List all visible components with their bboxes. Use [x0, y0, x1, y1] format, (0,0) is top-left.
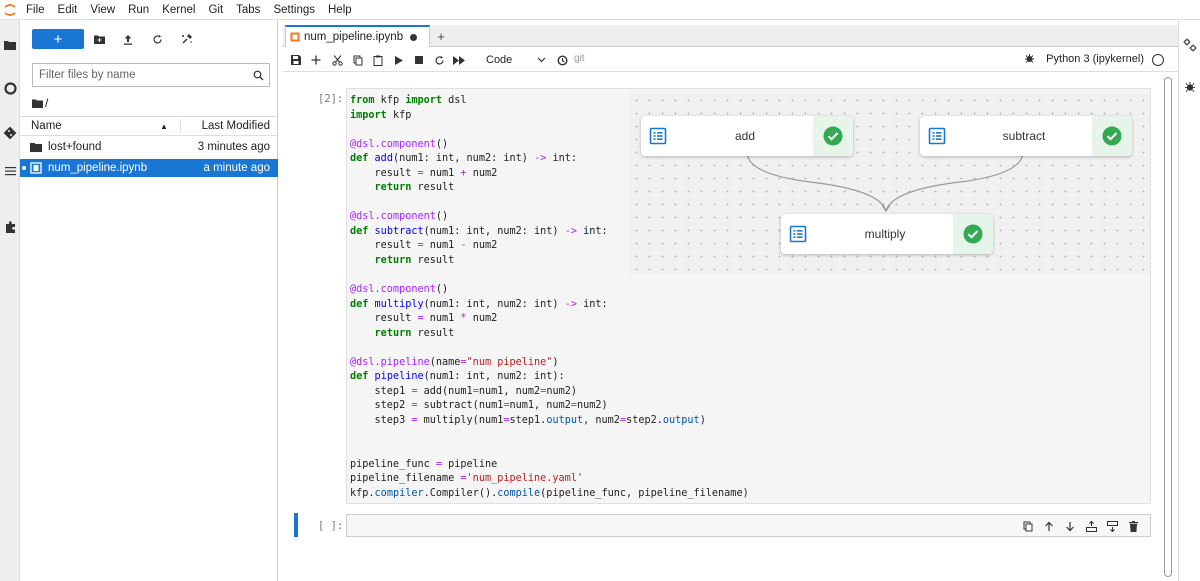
component-icon [649, 127, 667, 145]
folder-icon[interactable] [0, 34, 20, 56]
tab-num-pipeline[interactable]: num_pipeline.ipynb [285, 25, 430, 47]
column-divider[interactable] [180, 119, 181, 133]
menu-settings[interactable]: Settings [267, 0, 322, 20]
kernel-name[interactable]: Python 3 (ipykernel) [1046, 53, 1144, 65]
file-name: num_pipeline.ipynb [48, 162, 148, 174]
notebook-scrollbar[interactable] [1164, 77, 1172, 577]
cut-icon[interactable] [328, 51, 346, 69]
check-circle-icon [953, 214, 993, 254]
cell-toolbar [1021, 518, 1140, 534]
duplicate-cell-icon[interactable] [1021, 518, 1035, 534]
file-modified: a minute ago [203, 162, 271, 174]
folder-icon [30, 143, 42, 152]
copy-icon[interactable] [349, 51, 367, 69]
table-of-contents-icon[interactable] [0, 160, 20, 182]
menu-run[interactable]: Run [122, 0, 156, 20]
property-inspector-icon[interactable] [1181, 36, 1199, 54]
debugger-icon[interactable] [1181, 78, 1199, 96]
pipeline-node-add[interactable]: add [641, 116, 853, 156]
notebook-tab-bar: num_pipeline.ipynb + [283, 25, 1178, 47]
git-clone-icon[interactable] [177, 29, 197, 49]
menu-view[interactable]: View [84, 0, 122, 20]
empty-code-cell-editor[interactable] [346, 514, 1151, 537]
check-circle-icon [813, 116, 853, 156]
restart-kernel-icon[interactable] [430, 51, 448, 69]
pipeline-node-subtract[interactable]: subtract [920, 116, 1132, 156]
cell-prompt: [2]: [318, 93, 344, 105]
tab-label: num_pipeline.ipynb [304, 31, 404, 43]
save-icon[interactable] [287, 51, 305, 69]
jupyter-logo-icon [0, 0, 20, 20]
insert-below-icon[interactable] [1105, 518, 1119, 534]
menu-help[interactable]: Help [322, 0, 359, 20]
move-down-icon[interactable] [1063, 518, 1077, 534]
menu-file[interactable]: File [20, 0, 52, 20]
new-folder-icon[interactable] [89, 29, 109, 49]
node-label: add [734, 129, 756, 143]
kernel-status-icon [1152, 54, 1164, 66]
notebook-toolbar: Code git Python 3 (ipykernel) [283, 48, 1178, 72]
folder-icon [32, 99, 43, 108]
filter-files-field[interactable] [32, 63, 270, 87]
component-icon [789, 225, 807, 243]
delete-cell-icon[interactable] [1126, 518, 1140, 534]
left-activity-bar [0, 20, 20, 581]
file-name: lost+found [48, 141, 102, 153]
file-browser-toolbar: + [20, 20, 278, 60]
menu-git[interactable]: Git [202, 0, 230, 20]
refresh-icon[interactable] [147, 29, 167, 49]
node-label: multiply [864, 227, 906, 241]
cell-prompt: [ ]: [318, 520, 344, 532]
unsaved-dot-icon[interactable] [410, 34, 417, 41]
file-row[interactable]: lost+found 3 minutes ago [20, 138, 278, 156]
move-up-icon[interactable] [1042, 518, 1056, 534]
code-cell-editor[interactable]: from kfp import dsl import kfp @dsl.comp… [346, 88, 1151, 504]
git-icon[interactable] [0, 122, 20, 144]
active-cell-marker [294, 513, 298, 537]
menu-kernel[interactable]: Kernel [156, 0, 202, 20]
run-icon[interactable] [390, 51, 408, 69]
stop-icon[interactable] [410, 51, 428, 69]
column-name[interactable]: Name [31, 120, 62, 132]
git-label[interactable]: git [574, 53, 585, 64]
new-launcher-button[interactable]: + [32, 29, 84, 49]
insert-above-icon[interactable] [1084, 518, 1098, 534]
check-circle-icon [1092, 116, 1132, 156]
sort-ascending-icon[interactable]: ▲ [160, 122, 168, 131]
debugger-icon[interactable] [1024, 53, 1035, 67]
cell-type-value: Code [486, 54, 513, 66]
insert-cell-icon[interactable] [307, 51, 325, 69]
search-icon [247, 70, 269, 81]
menu-tabs[interactable]: Tabs [230, 0, 267, 20]
running-icon[interactable] [0, 77, 20, 99]
notebook-icon [30, 162, 42, 174]
new-tab-button[interactable]: + [433, 27, 449, 45]
pipeline-node-multiply[interactable]: multiply [781, 214, 993, 254]
node-label: subtract [1002, 129, 1046, 143]
running-indicator-icon [22, 166, 26, 170]
upload-icon[interactable] [118, 29, 138, 49]
breadcrumb-root[interactable]: / [45, 96, 48, 110]
notebook-panel: [2]: from kfp import dsl import kfp @dsl… [283, 73, 1178, 581]
pipeline-graph[interactable]: add subtract multiply [630, 94, 1150, 274]
extensions-icon[interactable] [0, 216, 20, 238]
filter-files-input[interactable] [33, 65, 247, 85]
file-row-selected[interactable]: num_pipeline.ipynb a minute ago [20, 159, 278, 177]
component-icon [928, 127, 946, 145]
breadcrumb[interactable]: / [32, 95, 48, 111]
chevron-down-icon [537, 57, 546, 63]
file-list-header: Name ▲ Last Modified [20, 116, 278, 136]
clock-icon[interactable] [553, 51, 571, 69]
cell-type-select[interactable]: Code [486, 52, 546, 68]
column-last-modified[interactable]: Last Modified [202, 120, 270, 132]
menubar: File Edit View Run Kernel Git Tabs Setti… [0, 0, 1200, 20]
notebook-icon [290, 32, 300, 42]
paste-icon[interactable] [369, 51, 387, 69]
right-activity-bar [1178, 20, 1200, 581]
menu-edit[interactable]: Edit [52, 0, 85, 20]
file-modified: 3 minutes ago [197, 141, 270, 153]
file-browser: + / Name ▲ Last Modified lost+found 3 mi… [20, 20, 278, 581]
run-all-icon[interactable] [450, 51, 468, 69]
